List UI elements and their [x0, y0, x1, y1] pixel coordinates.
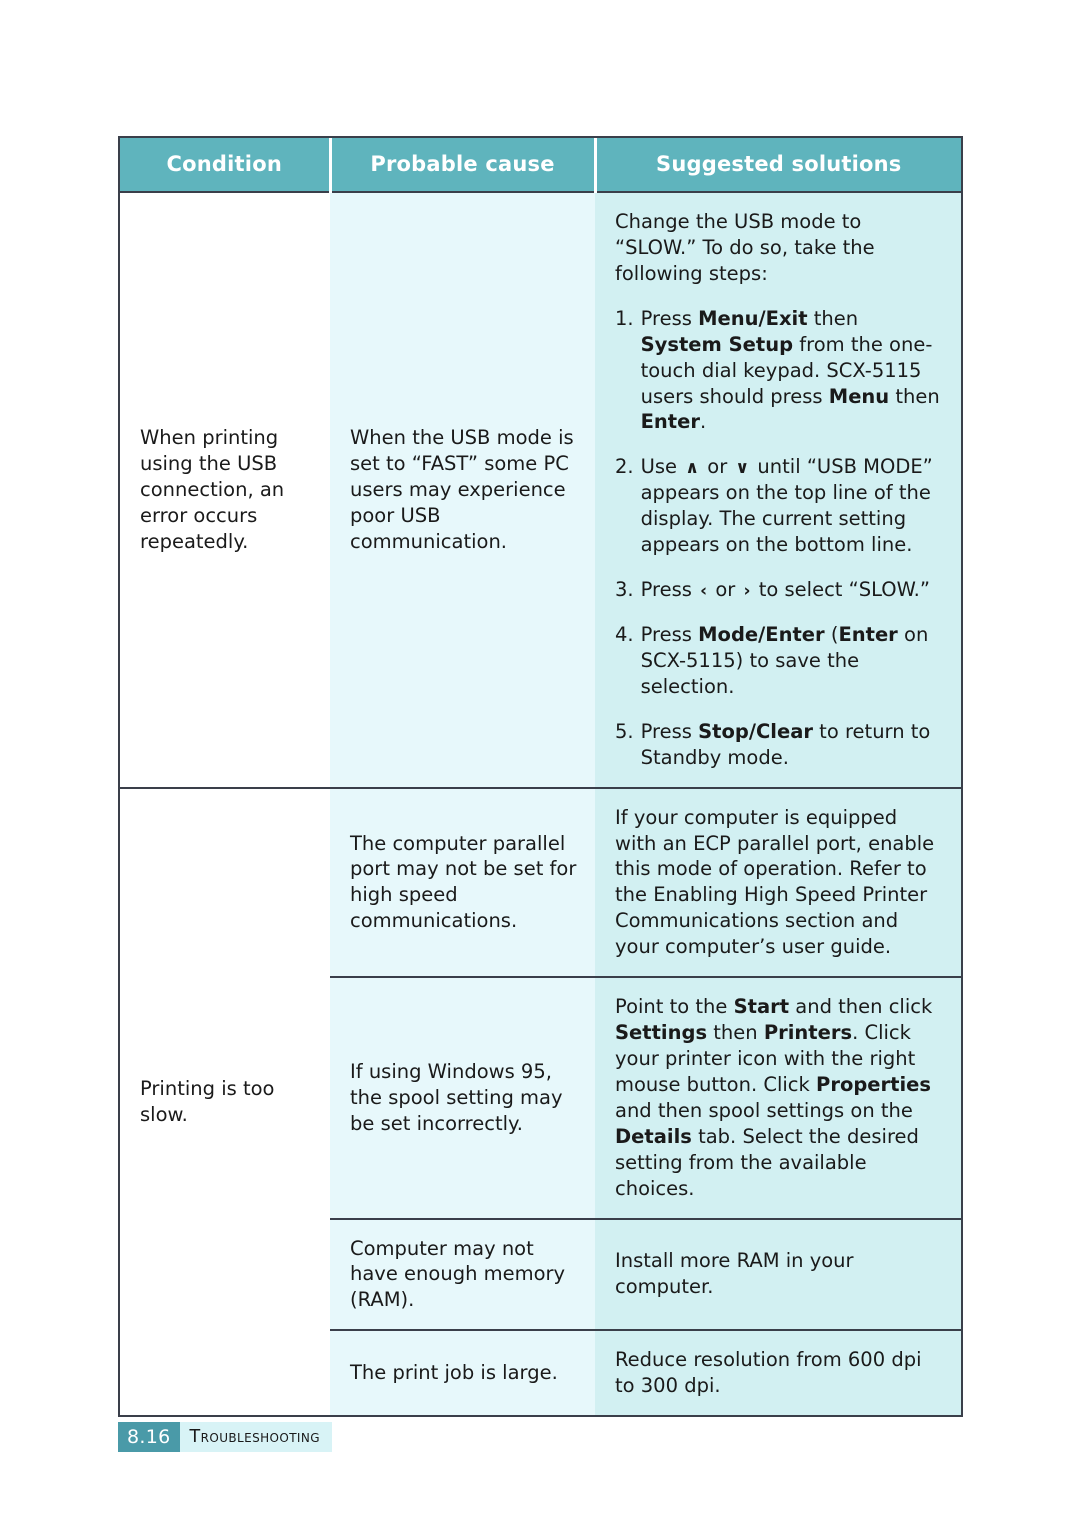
table-header-row: Condition Probable cause Suggested solut… [120, 138, 961, 193]
table-body: When printing using the USB connection, … [120, 192, 961, 1416]
step-number: 2. [615, 455, 634, 479]
table-row: Printing is too slow. The computer paral… [120, 786, 961, 1416]
step-number: 4. [615, 622, 634, 646]
step-text: Press Mode/Enter (Enter on SCX-5115) to … [640, 622, 929, 698]
cell-suggested-solution: Point to the Start and then click Settin… [595, 976, 961, 1219]
troubleshooting-table: Condition Probable cause Suggested solut… [118, 136, 963, 1418]
cell-suggested-solution: Install more RAM in your computer. [595, 1217, 961, 1331]
step-number: 1. [615, 306, 634, 330]
cell-suggested-solution: If your computer is equipped with an ECP… [595, 786, 961, 978]
cell-probable-cause: When the USB mode is set to “FAST” some … [330, 192, 595, 788]
table-header: Condition Probable cause Suggested solut… [120, 138, 961, 193]
step-text: Press Stop/Clear to return to Standby mo… [640, 719, 931, 769]
cell-suggested-solution: Reduce resolution from 600 dpi to 300 dp… [595, 1329, 961, 1416]
solution-step: 2. Use ∧ or ∨ until “USB MODE” appears o… [615, 454, 943, 558]
column-header-condition: Condition [120, 138, 330, 193]
cell-condition: When printing using the USB connection, … [120, 192, 330, 788]
footer-page-number: 8.16 [118, 1422, 180, 1452]
cell-condition: Printing is too slow. [120, 786, 330, 1416]
solution-step: 1. Press Menu/Exit then System Setup fro… [615, 306, 943, 436]
solution-step: 3. Press ‹ or › to select “SLOW.” [615, 577, 943, 603]
cell-probable-cause: The print job is large. [330, 1329, 595, 1416]
step-number: 5. [615, 719, 634, 743]
cell-probable-cause: The computer parallel port may not be se… [330, 786, 595, 978]
solution-step: 5. Press Stop/Clear to return to Standby… [615, 719, 943, 771]
table-row: When printing using the USB connection, … [120, 192, 961, 788]
column-header-probable-cause: Probable cause [328, 138, 595, 193]
step-text: Press ‹ or › to select “SLOW.” [640, 578, 930, 602]
cell-probable-cause: If using Windows 95, the spool setting m… [330, 976, 595, 1219]
step-number: 3. [615, 578, 634, 602]
column-header-suggested-solutions: Suggested solutions [593, 138, 961, 193]
solution-step: 4. Press Mode/Enter (Enter on SCX-5115) … [615, 622, 943, 700]
step-text: Press Menu/Exit then System Setup from t… [640, 306, 940, 434]
table: Condition Probable cause Suggested solut… [120, 138, 961, 1416]
footer-section-name: Troubleshooting [179, 1422, 332, 1452]
cell-suggested-solution: Change the USB mode to “SLOW.” To do so,… [595, 192, 961, 788]
step-text: Use ∧ or ∨ until “USB MODE” appears on t… [640, 455, 933, 557]
cell-probable-cause: Computer may not have enough memory (RAM… [330, 1217, 595, 1331]
page-footer: 8.16 Troubleshooting [118, 1422, 332, 1452]
solution-intro-text: Change the USB mode to “SLOW.” To do so,… [615, 210, 875, 285]
